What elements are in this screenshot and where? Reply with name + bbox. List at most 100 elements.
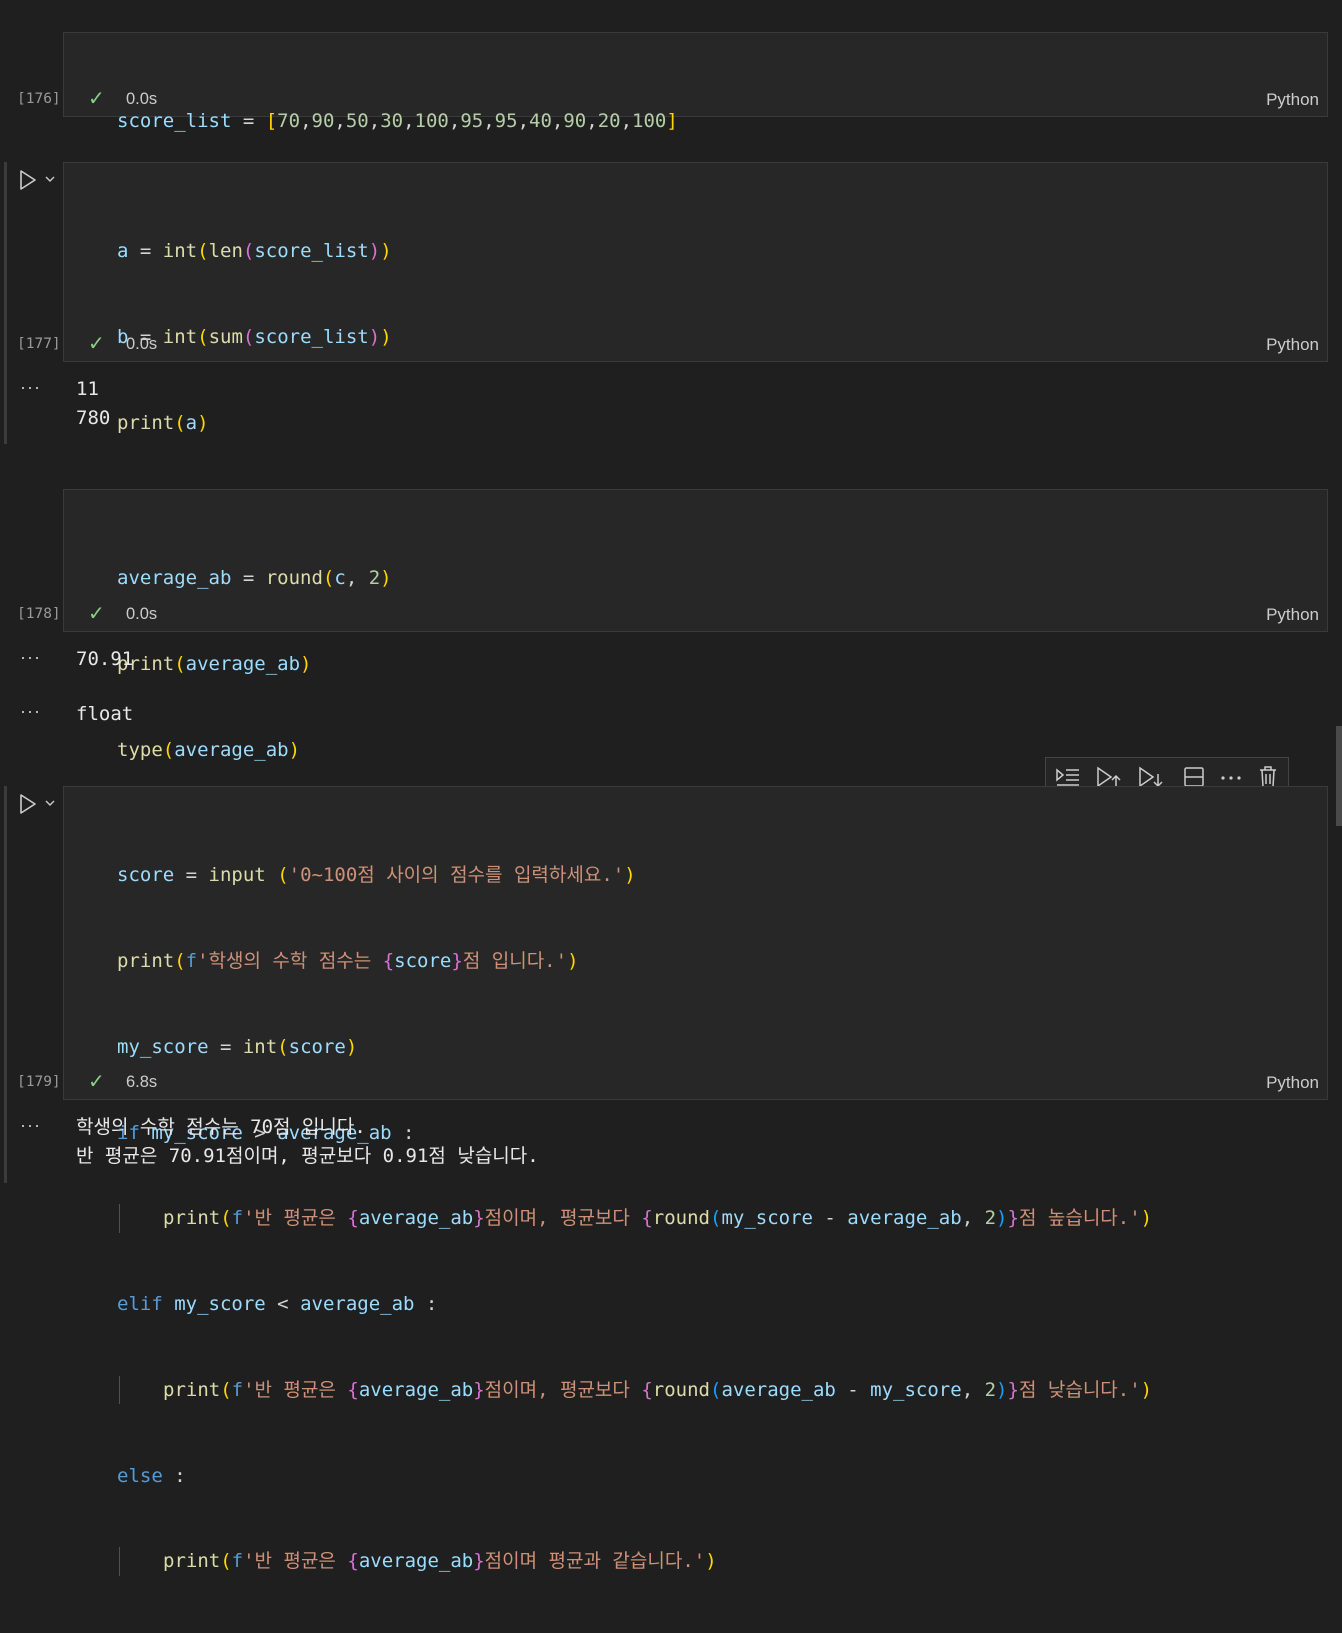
code-line: my_score = int(score) (117, 1033, 1152, 1062)
token: { (347, 1378, 359, 1401)
token: '반 평균은 (243, 1550, 348, 1573)
token: ) (705, 1550, 717, 1573)
token: print (163, 1378, 221, 1401)
cell-status-bar: ✓ 0.0s Python (64, 599, 1327, 631)
token: ( (710, 1207, 722, 1230)
token: '학생의 수학 점수는 (197, 949, 383, 972)
code-line: print(f'반 평균은 {average_ab}점이며, 평균보다 {rou… (117, 1204, 1152, 1233)
code-cell-177[interactable]: a = int(len(score_list)) b = int(sum(sco… (63, 162, 1328, 605)
run-cell-button[interactable] (18, 792, 58, 816)
code-line: else : (117, 1462, 1152, 1491)
token: ( (174, 949, 186, 972)
success-check-icon: ✓ (88, 603, 105, 625)
code-cell-178[interactable]: average_ab = round(c, 2) print(average_a… (63, 489, 1328, 761)
code-line: print(f'반 평균은 {average_ab}점이며 평균과 같습니다.'… (117, 1547, 1152, 1577)
run-cell-icon (20, 170, 36, 190)
code-line: elif my_score < average_ab : (117, 1290, 1152, 1319)
token: round (652, 1207, 710, 1230)
token: ( (197, 240, 209, 263)
token: print (117, 949, 175, 972)
cell-language[interactable]: Python (1266, 90, 1319, 110)
run-by-line-icon (1056, 768, 1079, 786)
cell-status-bar: ✓ 0.0s Python (64, 84, 1327, 116)
token: } (1007, 1378, 1019, 1401)
execution-count: [178] (17, 606, 61, 622)
token: { (641, 1378, 653, 1401)
token: ) (567, 949, 579, 972)
token: a (185, 411, 198, 434)
code-line: print(f'반 평균은 {average_ab}점이며, 평균보다 {rou… (117, 1375, 1153, 1405)
token: average_ab (847, 1207, 962, 1230)
token: ) (624, 864, 636, 887)
token: 2 (368, 567, 381, 590)
chevron-down-icon (45, 176, 55, 182)
token: average_ab (358, 1550, 474, 1573)
token: ) (300, 652, 312, 675)
token: average_ab (300, 1293, 415, 1316)
output-more-button[interactable]: ··· (20, 1115, 41, 1136)
token: else (117, 1464, 163, 1487)
token: average_ab (185, 652, 301, 675)
output-more-button[interactable]: ··· (20, 701, 41, 722)
token: ( (220, 1207, 232, 1230)
token: , (345, 567, 369, 590)
token: ( (174, 411, 186, 434)
token: my_score (721, 1207, 813, 1230)
code-cell-176[interactable]: score_list = [70,90,50,30,100,95,95,40,9… (63, 32, 1328, 132)
token: = (174, 864, 209, 887)
run-cell-button[interactable] (18, 168, 58, 192)
token: f (231, 1378, 244, 1401)
token: 2 (984, 1378, 997, 1401)
token: score_list (254, 240, 369, 263)
cell-editor[interactable]: score = input ('0~100점 사이의 점수를 입력하세요.') … (117, 804, 1152, 1633)
scrollbar-thumb[interactable] (1336, 726, 1342, 826)
cell-language[interactable]: Python (1266, 335, 1319, 355)
token: ) (996, 1378, 1008, 1401)
token: 점이며 평균과 같습니다.' (484, 1550, 706, 1573)
token: { (347, 1550, 359, 1573)
cell-editor[interactable]: average_ab = round(c, 2) print(average_a… (117, 507, 392, 822)
token: = (231, 567, 266, 590)
token: int (242, 1035, 278, 1058)
token: average_ab (117, 567, 232, 590)
execute-above-icon (1097, 766, 1121, 788)
token: : (414, 1293, 438, 1316)
token: } (1007, 1207, 1019, 1230)
token: ( (242, 240, 255, 263)
more-actions-icon (1221, 776, 1241, 780)
token: average_ab (174, 738, 289, 761)
cell-language[interactable]: Python (1266, 1073, 1319, 1093)
token: input (208, 864, 266, 887)
code-cell-179[interactable]: score = input ('0~100점 사이의 점수를 입력하세요.') … (63, 786, 1328, 1577)
token: score (394, 949, 452, 972)
token: average_ab (358, 1378, 474, 1401)
token: } (473, 1550, 485, 1573)
output-more-button[interactable]: ··· (20, 647, 41, 668)
token: { (347, 1207, 359, 1230)
token: ) (197, 411, 209, 434)
token: average_ab (358, 1207, 474, 1230)
output-more-button[interactable]: ··· (20, 377, 41, 398)
cell-language[interactable]: Python (1266, 605, 1319, 625)
execution-duration: 0.0s (126, 335, 158, 353)
token: len (208, 240, 243, 263)
token: = (128, 240, 163, 263)
code-line: score = input ('0~100점 사이의 점수를 입력하세요.') (117, 861, 1152, 890)
chevron-down-icon (45, 800, 55, 806)
token: ( (220, 1550, 232, 1573)
token: : (162, 1464, 186, 1487)
cell-output: 70.91 (76, 648, 134, 670)
execution-duration: 6.8s (126, 1073, 158, 1091)
success-check-icon: ✓ (88, 88, 105, 110)
token: print (117, 411, 175, 434)
execute-below-icon (1139, 766, 1163, 788)
token: ( (322, 567, 335, 590)
token: ) (1140, 1378, 1153, 1401)
token: c (334, 567, 346, 590)
token: ( (174, 652, 186, 675)
code-line: print(average_ab) (117, 650, 392, 679)
cell-output: 11 780 (76, 378, 111, 429)
token: ) (368, 240, 381, 263)
